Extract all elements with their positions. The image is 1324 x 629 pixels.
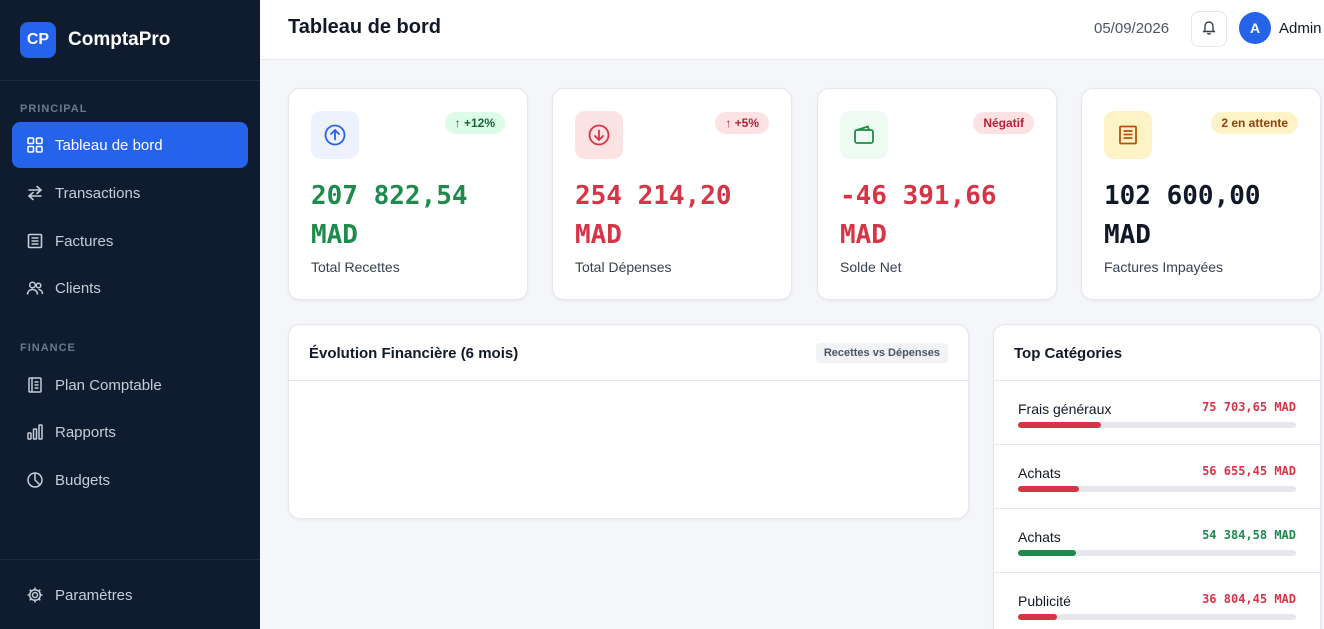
list-item: Publicité 36 804,45 MAD — [994, 573, 1320, 629]
sidebar-item-parametres[interactable]: Paramètres — [12, 572, 248, 618]
sidebar-item-label: Plan Comptable — [55, 376, 162, 394]
stat-card-recettes: ↑ +12% 207 822,54 MAD Total Recettes — [288, 88, 528, 300]
progress-fill — [1018, 486, 1080, 492]
sidebar-item-label: Clients — [55, 279, 101, 297]
section-label-principal: PRINCIPAL — [20, 103, 88, 115]
stat-currency: MAD — [311, 220, 358, 250]
section-label-finance: FINANCE — [20, 342, 76, 354]
arrow-down-circle-icon — [575, 111, 623, 159]
user-name[interactable]: Admin — [1279, 20, 1322, 37]
stat-card-solde: Négatif -46 391,66 MAD Solde Net — [817, 88, 1057, 300]
category-name: Frais généraux — [1018, 401, 1112, 417]
top-categories-panel: Top Catégories Frais généraux 75 703,65 … — [993, 324, 1321, 629]
users-icon — [26, 279, 44, 297]
stat-amount: 102 600,00 — [1104, 181, 1261, 211]
sidebar-item-budgets[interactable]: Budgets — [12, 457, 248, 503]
grid-icon — [26, 136, 44, 154]
sidebar-item-label: Factures — [55, 232, 114, 250]
progress-fill — [1018, 422, 1102, 428]
stat-currency: MAD — [575, 220, 622, 250]
invoice-icon — [1104, 111, 1152, 159]
progress-fill — [1018, 550, 1077, 556]
brand-name: ComptaPro — [68, 29, 171, 50]
trend-badge: ↑ +12% — [444, 112, 505, 134]
category-name: Publicité — [1018, 593, 1071, 609]
list-item: Achats 54 384,58 MAD — [994, 509, 1320, 573]
brand: CP ComptaPro — [0, 0, 260, 81]
chart-area — [289, 381, 968, 518]
pie-chart-icon — [26, 471, 44, 489]
progress-fill — [1018, 614, 1057, 620]
stat-label: Total Dépenses — [575, 259, 672, 275]
gear-icon — [26, 586, 44, 604]
panel-title: Évolution Financière (6 mois) — [309, 345, 519, 362]
sidebar-item-plan-comptable[interactable]: Plan Comptable — [12, 362, 248, 408]
sidebar-item-rapports[interactable]: Rapports — [12, 409, 248, 455]
status-badge: Négatif — [973, 112, 1034, 134]
current-date: 05/09/2026 — [1094, 20, 1170, 37]
financial-evolution-panel: Évolution Financière (6 mois) Recettes v… — [288, 324, 969, 519]
stat-card-factures: 2 en attente 102 600,00 MAD Factures Imp… — [1081, 88, 1321, 300]
bell-icon — [1201, 19, 1217, 40]
bar-chart-icon — [26, 423, 44, 441]
invoice-icon — [26, 232, 44, 250]
sidebar-footer: Paramètres — [0, 559, 260, 629]
top-header: Tableau de bord 05/09/2026 A Admin — [260, 0, 1324, 60]
stat-card-depenses: ↑ +5% 254 214,20 MAD Total Dépenses — [552, 88, 792, 300]
category-amount: 56 655,45 MAD — [1202, 464, 1296, 478]
stat-currency: MAD — [840, 220, 887, 250]
stat-currency: MAD — [1104, 220, 1151, 250]
ledger-icon — [26, 376, 44, 394]
category-amount: 54 384,58 MAD — [1202, 528, 1296, 542]
trend-badge: ↑ +5% — [715, 112, 769, 134]
stat-amount: 254 214,20 — [575, 181, 732, 211]
list-item: Achats 56 655,45 MAD — [994, 445, 1320, 509]
progress-track — [1018, 614, 1296, 620]
progress-track — [1018, 550, 1296, 556]
sidebar-item-factures[interactable]: Factures — [12, 218, 248, 264]
sidebar-item-label: Rapports — [55, 423, 116, 441]
wallet-icon — [840, 111, 888, 159]
stat-value: -46 391,66 MAD — [840, 177, 1040, 255]
panel-title: Top Catégories — [1014, 345, 1123, 362]
category-name: Achats — [1018, 529, 1061, 545]
category-amount: 75 703,65 MAD — [1202, 400, 1296, 414]
pending-badge: 2 en attente — [1211, 112, 1298, 134]
stat-amount: 207 822,54 — [311, 181, 468, 211]
stat-value: 207 822,54 MAD — [311, 177, 511, 255]
chart-legend-chip: Recettes vs Dépenses — [815, 343, 948, 363]
sidebar-item-transactions[interactable]: Transactions — [12, 170, 248, 216]
stat-label: Total Recettes — [311, 259, 400, 275]
avatar[interactable]: A — [1239, 12, 1271, 44]
sidebar-item-tableau-de-bord[interactable]: Tableau de bord — [12, 122, 248, 168]
stat-amount: -46 391,66 — [840, 181, 997, 211]
arrows-swap-icon — [26, 184, 44, 202]
sidebar-item-label: Budgets — [55, 471, 111, 489]
page-title: Tableau de bord — [288, 16, 441, 38]
progress-track — [1018, 422, 1296, 428]
sidebar-item-label: Paramètres — [55, 586, 133, 604]
list-item: Frais généraux 75 703,65 MAD — [994, 381, 1320, 445]
category-amount: 36 804,45 MAD — [1202, 592, 1296, 606]
sidebar-item-label: Transactions — [55, 184, 141, 202]
sidebar-item-clients[interactable]: Clients — [12, 265, 248, 311]
progress-track — [1018, 486, 1296, 492]
stat-value: 254 214,20 MAD — [575, 177, 775, 255]
stat-value: 102 600,00 MAD — [1104, 177, 1304, 255]
notifications-button[interactable] — [1191, 11, 1227, 47]
sidebar-item-label: Tableau de bord — [55, 136, 163, 154]
arrow-up-circle-icon — [311, 111, 359, 159]
sidebar: CP ComptaPro PRINCIPAL Tableau de bord T… — [0, 0, 260, 629]
stat-label: Solde Net — [840, 259, 902, 275]
brand-logo: CP — [20, 22, 56, 58]
stat-label: Factures Impayées — [1104, 259, 1224, 275]
category-name: Achats — [1018, 465, 1061, 481]
